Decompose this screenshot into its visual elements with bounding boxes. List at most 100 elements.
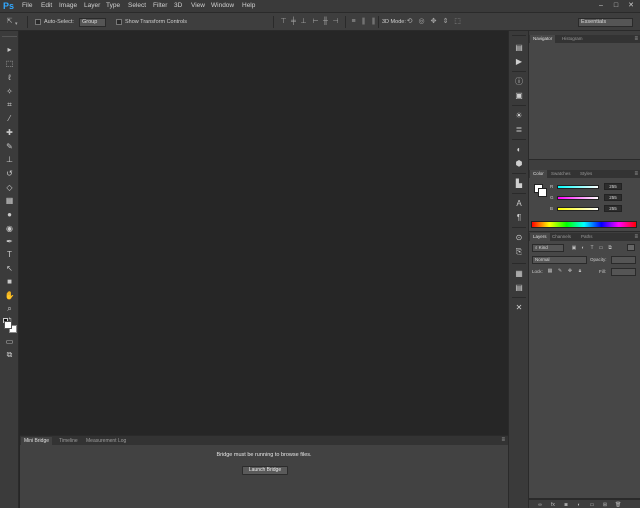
scale-3d-icon[interactable]: ⬚ [454,18,461,26]
align-right-icon[interactable]: ⊣ [332,18,339,26]
panel-menu-icon[interactable]: ≡ [634,233,638,241]
panel-menu-icon[interactable]: ≡ [501,436,505,444]
fill-input[interactable] [611,268,636,276]
gradient-icon[interactable]: ▦ [4,195,15,206]
tab-paths[interactable]: Paths [578,233,596,241]
tab-styles[interactable]: Styles [577,170,595,178]
distribute-top-icon[interactable]: ≡ [350,18,357,26]
channels-icon[interactable]: ✕ [514,303,524,313]
tab-timeline[interactable]: Timeline [56,437,81,445]
menu-select[interactable]: Select [128,1,146,11]
info-icon[interactable]: ⓘ [514,77,524,87]
align-top-icon[interactable]: ⊤ [280,18,287,26]
dodge-icon[interactable]: ◉ [4,223,15,234]
character-icon[interactable]: A [514,199,524,209]
tab-color[interactable]: Color [530,170,547,178]
tab-measurement-log[interactable]: Measurement Log [83,437,129,445]
slider-g-value[interactable]: 255 [604,194,622,201]
opacity-input[interactable] [611,256,636,264]
healing-brush-icon[interactable]: ✚ [4,127,15,138]
quick-mask-icon[interactable]: ▭ [4,336,15,347]
color-swatches[interactable]: ↰ [3,318,17,334]
layer-comps-icon[interactable]: ▤ [514,283,524,293]
launch-bridge-button[interactable]: Launch Bridge [242,466,288,475]
blur-icon[interactable]: ● [4,209,15,220]
new-layer-icon[interactable]: ⊞ [602,502,608,508]
menu-file[interactable]: File [22,1,32,11]
panel-grip[interactable] [2,33,17,37]
filter-smart-object-icon[interactable]: ⧉ [607,245,613,251]
minimize-icon[interactable]: – [596,2,606,10]
screen-mode-icon[interactable]: ⧉ [4,349,15,360]
cube-icon[interactable]: ⬢ [514,159,524,169]
align-left-icon[interactable]: ⊢ [312,18,319,26]
slider-b-value[interactable]: 255 [604,205,622,212]
clone-stamp-icon[interactable]: ⊥ [4,154,15,165]
slide-3d-icon[interactable]: ⇕ [442,18,449,26]
link-layers-icon[interactable]: ∞ [537,502,543,508]
path-selection-icon[interactable]: ↖ [4,263,15,274]
menu-view[interactable]: View [191,1,205,11]
lock-transparent-icon[interactable]: ▦ [547,268,553,274]
tab-channels[interactable]: Channels [549,233,574,241]
magic-wand-icon[interactable]: ✧ [4,86,15,97]
marquee-icon[interactable]: ⬚ [4,58,15,69]
maximize-icon[interactable]: □ [611,2,621,10]
auto-select-checkbox[interactable] [35,19,41,25]
auto-select-dropdown[interactable]: Group [79,18,106,27]
menu-layer[interactable]: Layer [84,1,100,11]
color-bg-swatch[interactable] [538,188,547,197]
menu-help[interactable]: Help [242,1,255,11]
slider-b[interactable] [557,207,599,211]
menu-image[interactable]: Image [59,1,77,11]
filter-pixel-icon[interactable]: ▣ [571,245,577,251]
workspace-switcher[interactable]: Essentials [578,18,633,27]
align-vcenter-icon[interactable]: ╪ [290,18,297,26]
eraser-icon[interactable]: ◇ [4,182,15,193]
menu-filter[interactable]: Filter [153,1,167,11]
adjustment-layer-icon[interactable]: ◐ [576,502,582,508]
rotate-3d-icon[interactable]: ⟲ [406,18,413,26]
type-icon[interactable]: T [4,249,15,260]
add-mask-icon[interactable]: ◙ [563,502,569,508]
actions-icon[interactable]: ▶ [514,57,524,67]
lasso-icon[interactable]: ℓ [4,72,15,83]
panel-menu-icon[interactable]: ≡ [634,35,638,43]
brush-icon[interactable]: ✎ [4,141,15,152]
color-spectrum-ramp[interactable] [531,221,637,228]
foreground-color-swatch[interactable] [4,321,12,329]
zoom-icon[interactable]: ⌕ [4,303,15,314]
align-bottom-icon[interactable]: ⊥ [300,18,307,26]
3d-icon[interactable]: ◐ [514,145,524,155]
document-area[interactable] [20,31,508,435]
align-hcenter-icon[interactable]: ╫ [322,18,329,26]
slider-r-value[interactable]: 255 [604,183,622,190]
adjustments-icon[interactable]: ☀ [514,111,524,121]
filter-adjustment-icon[interactable]: ◐ [580,245,586,251]
menu-window[interactable]: Window [211,1,234,11]
menu-type[interactable]: Type [106,1,120,11]
properties-icon[interactable]: ▣ [514,91,524,101]
distribute-left-icon[interactable]: ∥ [360,18,367,26]
pen-icon[interactable]: ✒ [4,236,15,247]
chevron-down-icon[interactable]: ▾ [15,21,18,27]
tab-mini-bridge[interactable]: Mini Bridge [21,437,53,445]
move-tool-preset-icon[interactable]: ⇱ [6,18,13,26]
layer-filter-kind[interactable]: ⌕ Kind [532,244,564,252]
crop-icon[interactable]: ⌗ [4,99,15,110]
delete-layer-icon[interactable]: 🗑︎ [615,502,621,508]
filter-toggle[interactable] [627,244,635,251]
drag-3d-icon[interactable]: ✥ [430,18,437,26]
menu-3d[interactable]: 3D [174,1,182,11]
filter-shape-icon[interactable]: ▭ [598,245,604,251]
tab-histogram[interactable]: Histogram [559,35,586,43]
dock-grip[interactable] [512,35,526,36]
rectangle-icon[interactable]: ■ [4,276,15,287]
history-icon[interactable]: ▤ [514,43,524,53]
brush-presets-icon[interactable]: ▙ [514,179,524,189]
clone-source-icon[interactable]: ⊙ [514,233,524,243]
styles-icon[interactable]: ≣ [514,125,524,135]
blend-mode-dropdown[interactable]: Normal [532,256,587,264]
menu-edit[interactable]: Edit [41,1,52,11]
move-icon[interactable]: ▸ [4,44,15,55]
